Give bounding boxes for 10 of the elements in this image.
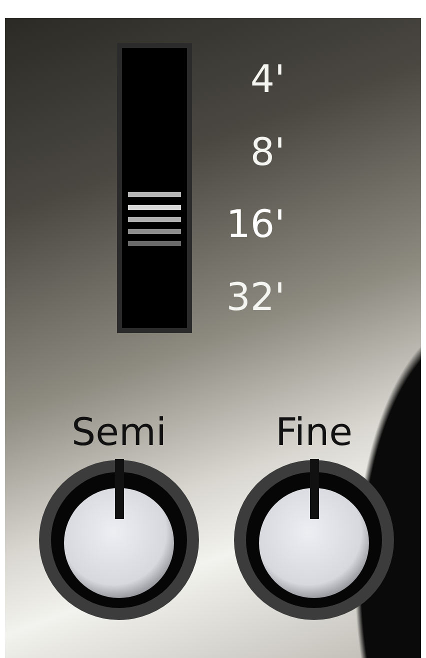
footage-label: 16' [226,205,285,244]
knob[interactable] [38,459,200,621]
switch-thumb[interactable] [128,192,181,246]
knob-label: Fine [275,413,353,451]
knob-label: Semi [71,413,167,451]
footage-label: 32' [226,278,285,316]
footage-label: 4' [250,60,285,98]
knob[interactable] [233,459,395,621]
footage-switch[interactable] [117,43,192,333]
footage-label: 8' [250,132,285,171]
